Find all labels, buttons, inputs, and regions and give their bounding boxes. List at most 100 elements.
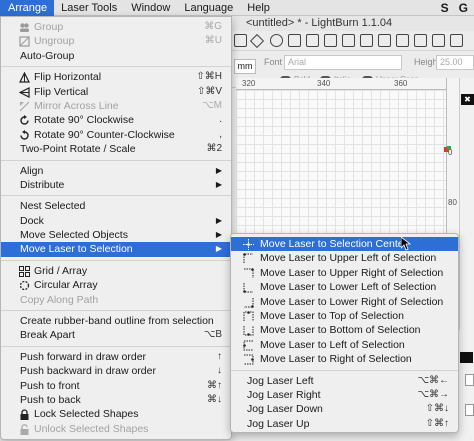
- menu-item-align[interactable]: Align ▶: [1, 164, 231, 178]
- menu-item-mirror-across-line[interactable]: Mirror Across Line ⌥M: [1, 99, 231, 113]
- menu-item-grid-array[interactable]: Grid / Array: [1, 264, 231, 278]
- flip-vertical-icon: [19, 86, 30, 98]
- origin-corner-marker: [447, 146, 451, 150]
- menu-item-move-laser-to-selection[interactable]: Move Laser to Selection ▶: [1, 242, 231, 257]
- menu-item-two-point-rotate[interactable]: Two-Point Rotate / Scale ⌘2: [1, 142, 231, 156]
- submenu-item-jog-left[interactable]: Jog Laser Left ⌥⌘←: [231, 374, 458, 388]
- grid-array-icon: [19, 265, 30, 277]
- menu-item-flip-horizontal[interactable]: Flip Horizontal ⇧⌘H: [1, 70, 231, 84]
- submenu-arrow-icon: ▶: [215, 165, 222, 175]
- lower-left-icon: [243, 283, 253, 293]
- menu-arrange[interactable]: Arrange: [0, 0, 55, 16]
- submenu-item-selection-center[interactable]: Move Laser to Selection Center: [231, 237, 458, 252]
- status-tray: S G: [441, 0, 468, 16]
- menu-separator: [1, 66, 231, 68]
- panel-close-icon[interactable]: [460, 352, 473, 363]
- submenu-item-jog-right[interactable]: Jog Laser Right ⌥⌘→: [231, 388, 458, 402]
- toolbar-distribute-icon[interactable]: [342, 34, 355, 47]
- height-input[interactable]: 25.00: [436, 55, 474, 70]
- submenu-arrow-icon: ▶: [215, 215, 222, 225]
- toolbar-node-icon[interactable]: [249, 33, 265, 49]
- tray-g-icon[interactable]: G: [459, 1, 468, 15]
- toolbar-more-icon[interactable]: [450, 34, 463, 47]
- submenu-arrow-icon: ▶: [215, 179, 222, 189]
- menu-item-dock[interactable]: Dock ▶: [1, 214, 231, 228]
- bottom-right-panel: [459, 330, 474, 441]
- toolbar-zoom-icon[interactable]: [288, 34, 301, 47]
- font-label: Font: [264, 57, 283, 67]
- ungroup-icon: [19, 36, 30, 47]
- menu-language[interactable]: Language: [177, 0, 240, 16]
- lower-right-icon: [244, 297, 254, 308]
- menu-item-push-backward[interactable]: Push backward in draw order ↓: [1, 364, 231, 378]
- menu-item-lock-selected[interactable]: Lock Selected Shapes: [1, 407, 231, 421]
- submenu-item-bottom[interactable]: Move Laser to Bottom of Selection: [231, 323, 458, 337]
- circular-array-icon: [19, 281, 30, 291]
- menu-bar: Arrange Laser Tools Window Language Help…: [0, 0, 474, 16]
- submenu-item-lower-right[interactable]: Move Laser to Lower Right of Selection: [231, 295, 458, 309]
- panel-checkbox[interactable]: [465, 374, 474, 386]
- menu-item-push-forward[interactable]: Push forward in draw order ↑: [1, 350, 231, 364]
- submenu-item-upper-left[interactable]: Move Laser to Upper Left of Selection: [231, 251, 458, 265]
- upper-left-icon: [243, 253, 253, 264]
- menu-help[interactable]: Help: [240, 0, 277, 16]
- top-icon: [243, 311, 254, 321]
- submenu-item-lower-left[interactable]: Move Laser to Lower Left of Selection: [231, 280, 458, 294]
- menu-item-unlock-selected[interactable]: Unlock Selected Shapes: [1, 422, 231, 436]
- mirror-icon: [19, 101, 30, 112]
- toolbar-same-width-icon[interactable]: [378, 34, 391, 47]
- lock-icon: [20, 409, 29, 421]
- menu-separator: [1, 159, 231, 161]
- submenu-item-upper-right[interactable]: Move Laser to Upper Right of Selection: [231, 266, 458, 280]
- menu-window[interactable]: Window: [124, 0, 177, 16]
- units-button[interactable]: mm: [234, 59, 256, 74]
- toolbar-group-icon[interactable]: [432, 34, 445, 47]
- menu-item-push-to-front[interactable]: Push to front ⌘↑: [1, 379, 231, 393]
- submenu-item-top[interactable]: Move Laser to Top of Selection: [231, 309, 458, 323]
- menu-item-auto-group[interactable]: Auto-Group: [1, 49, 231, 63]
- toolbar-dock-icon[interactable]: [414, 34, 427, 47]
- menu-item-flip-vertical[interactable]: Flip Vertical ⇧⌘V: [1, 85, 231, 99]
- menu-item-copy-along-path[interactable]: Copy Along Path: [1, 293, 231, 307]
- menu-item-push-to-back[interactable]: Push to back ⌘↓: [1, 393, 231, 407]
- upper-right-icon: [244, 267, 254, 278]
- panel-checkbox[interactable]: [465, 404, 474, 416]
- submenu-item-left[interactable]: Move Laser to Left of Selection: [231, 338, 458, 352]
- menu-item-ungroup[interactable]: Ungroup ⌘U: [1, 34, 231, 48]
- menu-item-group[interactable]: Group ⌘G: [1, 20, 231, 34]
- toolbar-distribute-v-icon[interactable]: [360, 34, 373, 47]
- right-icon: [244, 354, 254, 365]
- toolbar-same-height-icon[interactable]: [396, 34, 409, 47]
- menu-item-rotate-ccw[interactable]: Rotate 90° Counter-Clockwise,: [1, 128, 231, 142]
- panel-close-icon[interactable]: ✖: [461, 94, 474, 105]
- menu-item-break-apart[interactable]: Break Apart ⌥B: [1, 328, 231, 342]
- menu-separator: [1, 259, 231, 261]
- menu-item-rubber-band-outline[interactable]: Create rubber-band outline from selectio…: [1, 314, 231, 328]
- tray-s-icon[interactable]: S: [441, 1, 449, 15]
- submenu-arrow-icon: ▶: [215, 230, 222, 240]
- toolbar-tool-icon[interactable]: [234, 34, 247, 47]
- arrange-menu: Group ⌘G Ungroup ⌘U Auto-Group Flip Horizo…: [0, 16, 232, 440]
- submenu-item-right[interactable]: Move Laser to Right of Selection: [231, 352, 458, 366]
- bottom-icon: [243, 326, 254, 337]
- toolbar-align-center-icon[interactable]: [324, 34, 337, 47]
- mouse-cursor-icon: [401, 237, 411, 251]
- menu-item-move-selected-objects[interactable]: Move Selected Objects ▶: [1, 228, 231, 242]
- rotate-ccw-icon: [20, 129, 29, 140]
- menu-separator: [1, 195, 231, 197]
- flip-horizontal-icon: [19, 72, 30, 83]
- submenu-item-jog-up[interactable]: Jog Laser Up ⇧⌘↑: [231, 417, 458, 431]
- menu-item-rotate-cw[interactable]: Rotate 90° Clockwise.: [1, 113, 231, 127]
- menu-item-nest-selected[interactable]: Nest Selected: [1, 199, 231, 213]
- menu-laser-tools[interactable]: Laser Tools: [54, 0, 124, 16]
- submenu-arrow-icon: ▶: [215, 244, 222, 254]
- menu-item-distribute[interactable]: Distribute ▶: [1, 178, 231, 192]
- font-select[interactable]: Arial: [284, 55, 402, 70]
- menu-item-circular-array[interactable]: Circular Array: [1, 278, 231, 292]
- toolbar-align-icon[interactable]: [306, 34, 319, 47]
- window-title: <untitled> * - LightBurn 1.1.04: [246, 17, 393, 29]
- toolbar-target-icon[interactable]: [270, 34, 283, 47]
- main-toolbar: [228, 31, 474, 51]
- submenu-item-jog-down[interactable]: Jog Laser Down ⇧⌘↓: [231, 402, 458, 416]
- menu-separator: [1, 345, 231, 347]
